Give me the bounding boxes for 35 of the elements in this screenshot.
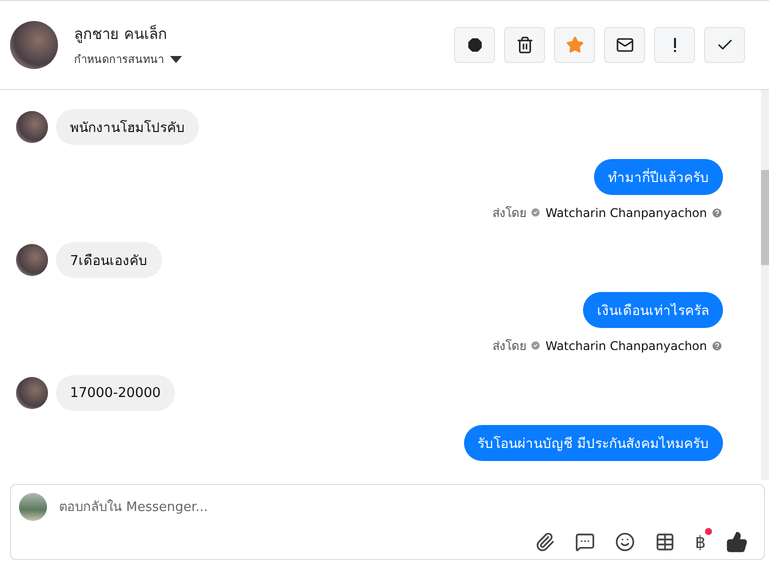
avatar bbox=[16, 377, 48, 409]
avatar bbox=[16, 244, 48, 276]
incoming-message: 7เดือนเองคับ bbox=[56, 242, 162, 278]
payment-button[interactable]: ฿ bbox=[695, 528, 712, 552]
caret-icon[interactable] bbox=[170, 56, 182, 62]
scrollbar[interactable] bbox=[761, 90, 769, 480]
star-button[interactable] bbox=[554, 27, 595, 63]
trash-button[interactable] bbox=[504, 27, 545, 63]
sent-by-label: ส่งโดย bbox=[492, 338, 526, 355]
check-circle-icon bbox=[530, 340, 542, 351]
star-icon bbox=[566, 36, 584, 54]
avatar bbox=[16, 111, 48, 143]
unread-button[interactable] bbox=[604, 27, 645, 63]
help-icon[interactable] bbox=[711, 340, 723, 352]
incoming-message: พนักงานโฮมโปรคับ bbox=[56, 109, 199, 145]
envelope-icon bbox=[616, 36, 634, 54]
scrollbar-thumb[interactable] bbox=[761, 170, 769, 265]
sender-name: Watcharin Chanpanyachon bbox=[545, 338, 707, 352]
conversation-settings-link[interactable]: กำหนดการสนทนา bbox=[74, 50, 164, 68]
done-button[interactable] bbox=[704, 27, 745, 63]
sent-by-label: ส่งโดย bbox=[492, 205, 526, 222]
contact-name: ลูกชาย คนเล็ก bbox=[74, 24, 168, 45]
avatar bbox=[10, 21, 58, 69]
outgoing-message: รับโอนผ่านบัญชี มีประกันสังคมไหมครับ bbox=[464, 425, 723, 461]
check-circle-icon bbox=[530, 207, 542, 218]
outgoing-message: ทำมากี่ปีแล้วครับ bbox=[594, 159, 723, 195]
trash-icon bbox=[516, 36, 534, 54]
reply-field[interactable]: ตอบกลับใน Messenger... ฿ bbox=[10, 484, 765, 560]
incoming-message: 17000-20000 bbox=[56, 375, 175, 411]
outgoing-message: เงินเดือนเท่าไรครัล bbox=[583, 292, 723, 328]
spam-button[interactable] bbox=[454, 27, 495, 63]
exclamation-icon bbox=[672, 38, 676, 52]
sender-name: Watcharin Chanpanyachon bbox=[545, 206, 707, 220]
photo-placeholder bbox=[19, 493, 47, 521]
help-icon[interactable] bbox=[711, 206, 723, 218]
